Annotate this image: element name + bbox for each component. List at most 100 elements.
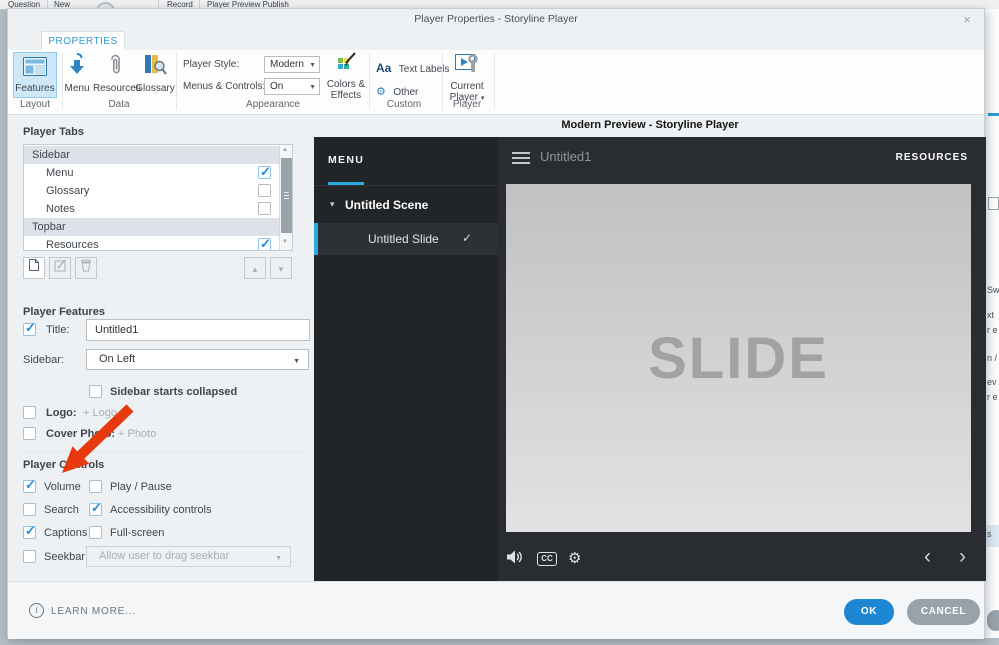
menus-controls-label: Menus & Controls: [183, 81, 266, 92]
current-player-button[interactable]: Current Player ▾ [448, 52, 486, 103]
menu-label: Menu [64, 83, 90, 94]
group-label-custom: Custom [386, 99, 422, 110]
menu-button[interactable]: Menu [61, 52, 93, 94]
chevron-down-icon[interactable]: ▾ [330, 199, 335, 210]
other-label: Other [393, 87, 419, 98]
notes-tab-checkbox[interactable]: ✓ [258, 202, 271, 215]
dialog-footer: i LEARN MORE... OK CANCEL [8, 581, 984, 639]
group-label-data: Data [108, 99, 130, 110]
glossary-label: Glossary [135, 83, 175, 94]
volume-checkbox[interactable]: ✓ [23, 477, 36, 493]
list-item-topbar[interactable]: Topbar [24, 218, 279, 236]
tab-properties[interactable]: PROPERTIES [41, 31, 125, 51]
captions-checkbox[interactable]: ✓ [23, 523, 36, 539]
bg-fragment-text: r e [987, 392, 998, 402]
menu-icon [70, 53, 84, 74]
edit-tab-button[interactable] [49, 257, 71, 279]
preview-sidebar: MENU ▾ Untitled Scene Untitled Slide ✓ [314, 137, 498, 581]
current-player-icon [455, 54, 478, 72]
preview-slide-area: SLIDE [506, 184, 971, 532]
scrollbar-thumb[interactable] [281, 158, 292, 233]
settings-gear-icon[interactable]: ⚙ [568, 549, 581, 567]
preview-menu-tab[interactable]: MENU [328, 154, 364, 166]
text-labels-button[interactable]: Aa Text Labels [376, 59, 449, 77]
new-document-icon [29, 259, 39, 271]
seekbar-checkbox[interactable]: ✓ [23, 550, 36, 563]
player-controls-heading: Player Controls [23, 459, 105, 471]
bg-fragment-blue-line [988, 113, 999, 116]
learn-more-link[interactable]: LEARN MORE... [51, 606, 136, 617]
ok-button[interactable]: OK [844, 599, 894, 625]
logo-label: Logo: [46, 407, 77, 419]
glossary-button[interactable]: Glossary [135, 52, 175, 94]
move-down-button[interactable]: ▼ [270, 257, 292, 279]
resources-button[interactable]: Resources [93, 52, 141, 94]
list-item-sidebar[interactable]: Sidebar [24, 146, 279, 164]
colors-effects-button[interactable]: Colors & Effects [326, 52, 366, 101]
arrow-down-icon: ▼ [277, 265, 285, 274]
bg-fragment-text: ev [987, 377, 997, 387]
chevron-down-icon: ▼ [275, 555, 282, 562]
arrow-up-icon: ▲ [251, 265, 259, 274]
cover-photo-checkbox[interactable]: ✓ [23, 427, 36, 440]
chevron-down-icon: ▼ [293, 358, 300, 365]
player-features-heading: Player Features [23, 306, 105, 318]
bg-fragment-text: Sw [987, 285, 999, 295]
move-up-button[interactable]: ▲ [244, 257, 266, 279]
player-tabs-list: Sidebar Menu ✓ Glossary ✓ Notes ✓ Topbar… [23, 144, 293, 251]
close-icon[interactable]: × [960, 13, 974, 27]
cancel-button[interactable]: CANCEL [907, 599, 980, 625]
play-pause-checkbox[interactable]: ✓ [89, 480, 102, 493]
ribbon-divider [442, 53, 443, 110]
play-pause-label: Play / Pause [110, 481, 172, 493]
background-app-edge-bottom [0, 638, 999, 645]
title-checkbox[interactable]: ✓ [23, 320, 36, 336]
list-item-glossary[interactable]: Glossary ✓ [24, 182, 279, 200]
sidebar-select[interactable]: On Left ▼ [86, 349, 309, 370]
title-label: Title: [46, 324, 70, 336]
accessibility-checkbox[interactable]: ✓ [89, 500, 102, 516]
preview-slide-item[interactable]: Untitled Slide ✓ [314, 223, 498, 255]
list-item-notes[interactable]: Notes ✓ [24, 200, 279, 218]
features-button[interactable]: Features [13, 52, 57, 98]
captions-label: Captions [44, 527, 88, 539]
paperclip-icon [111, 54, 120, 74]
preview-scene-item[interactable]: Untitled Scene [345, 198, 428, 212]
delete-tab-button[interactable] [75, 257, 97, 279]
add-tab-button[interactable] [23, 257, 45, 279]
title-input[interactable] [86, 319, 310, 341]
captions-icon[interactable]: CC [537, 552, 557, 566]
volume-icon[interactable] [506, 549, 523, 565]
preview-heading: Modern Preview - Storyline Player [561, 119, 739, 131]
menu-tab-checkbox[interactable]: ✓ [258, 164, 271, 179]
add-logo-link[interactable]: + Logo [83, 407, 117, 419]
chevron-down-icon: ▼ [309, 84, 316, 91]
scrollbar[interactable]: ▲ ▼ [279, 145, 292, 250]
glossary-icon [145, 55, 167, 75]
colors-effects-label: Colors & Effects [326, 79, 366, 101]
next-slide-icon[interactable]: › [959, 545, 966, 569]
previous-slide-icon[interactable]: ‹ [924, 545, 931, 569]
player-style-select[interactable]: Modern ▼ [264, 56, 320, 73]
search-checkbox[interactable]: ✓ [23, 503, 36, 516]
accessibility-label: Accessibility controls [110, 504, 212, 516]
glossary-tab-checkbox[interactable]: ✓ [258, 184, 271, 197]
seekbar-select[interactable]: Allow user to drag seekbar ▼ [86, 546, 291, 567]
list-item-resources[interactable]: Resources ✓ [24, 236, 279, 250]
scroll-down-icon[interactable]: ▼ [282, 239, 288, 245]
bg-fragment-icon [988, 197, 999, 210]
preview-resources-tab[interactable]: RESOURCES [896, 152, 968, 163]
resources-tab-checkbox[interactable]: ✓ [258, 236, 271, 250]
list-item-menu[interactable]: Menu ✓ [24, 164, 279, 182]
sidebar-label: Sidebar: [23, 354, 64, 366]
fullscreen-checkbox[interactable]: ✓ [89, 526, 102, 539]
cover-photo-label: Cover Photo: [46, 428, 116, 440]
menus-controls-value: On [270, 81, 284, 92]
scroll-up-icon[interactable]: ▲ [282, 147, 288, 153]
add-photo-link[interactable]: + Photo [118, 428, 156, 440]
logo-checkbox[interactable]: ✓ [23, 406, 36, 419]
sidebar-collapsed-checkbox[interactable]: ✓ [89, 385, 102, 398]
other-button[interactable]: ⚙ Other [376, 82, 418, 100]
hamburger-icon[interactable] [512, 152, 530, 167]
menus-controls-select[interactable]: On ▼ [264, 78, 320, 95]
